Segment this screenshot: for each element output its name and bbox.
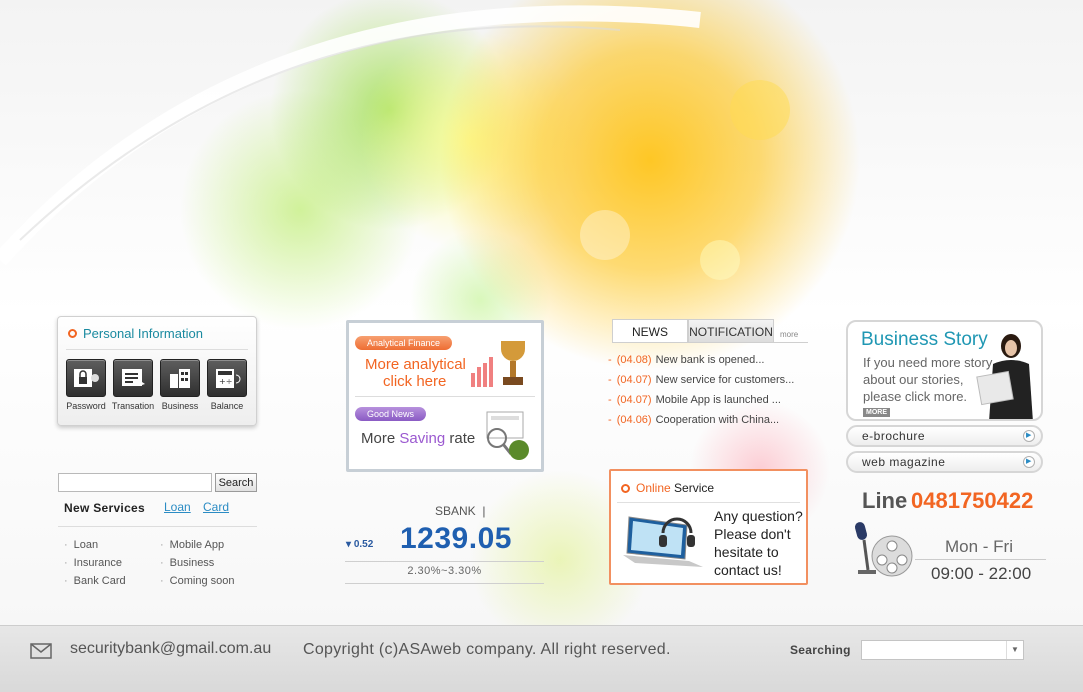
services-list-left: Loan Insurance Bank Card bbox=[64, 536, 126, 590]
stock-price: 1239.05 bbox=[400, 522, 512, 555]
divider bbox=[915, 559, 1046, 560]
analytical-finance-banner[interactable]: Analytical Finance More analytical click… bbox=[355, 333, 535, 401]
service-loan[interactable]: Loan bbox=[64, 536, 126, 554]
tab-news[interactable]: NEWS bbox=[612, 319, 688, 343]
divider bbox=[355, 396, 535, 397]
news-item[interactable]: - (04.07) New service for customers... bbox=[608, 374, 794, 394]
promo-box: Analytical Finance More analytical click… bbox=[346, 320, 544, 472]
interest-rate: 2.30%~3.30% bbox=[407, 565, 482, 577]
svg-text:+÷: +÷ bbox=[219, 377, 232, 386]
news-tabs: NEWS NOTIFICATION more bbox=[612, 318, 798, 343]
business-button[interactable]: Business bbox=[160, 359, 200, 411]
personal-info-title: Personal Information bbox=[68, 326, 203, 341]
new-services-title: New Services bbox=[64, 501, 145, 515]
chevron-down-icon: ▼ bbox=[1006, 641, 1023, 659]
personal-info-panel: Personal Information Password Transation… bbox=[57, 316, 257, 426]
service-insurance[interactable]: Insurance bbox=[64, 554, 126, 572]
business-story-text: If you need more story about our stories… bbox=[863, 355, 993, 404]
phone-number: 0481750422 bbox=[911, 488, 1034, 513]
arrow-right-icon: ▶ bbox=[1023, 456, 1035, 468]
tab-notification[interactable]: NOTIFICATION bbox=[688, 319, 774, 343]
news-list: - (04.08) New bank is opened... - (04.07)… bbox=[608, 354, 794, 434]
tab-card[interactable]: Card bbox=[203, 500, 229, 514]
tab-loan[interactable]: Loan bbox=[164, 500, 191, 514]
online-service-box[interactable]: Online Service Any question? Please don'… bbox=[609, 469, 808, 585]
divider bbox=[617, 502, 800, 503]
hero-background bbox=[0, 0, 1083, 625]
footer: securitybank@gmail.com.au Copyright (c)A… bbox=[0, 625, 1083, 692]
news-item[interactable]: - (04.06) Cooperation with China... bbox=[608, 414, 794, 434]
businesswoman-illustration bbox=[976, 334, 1033, 419]
building-icon bbox=[160, 359, 200, 397]
footer-email[interactable]: securitybank@gmail.com.au bbox=[70, 640, 271, 658]
saving-rate-banner[interactable]: Good News More Saving rate bbox=[355, 404, 535, 472]
line-label: Line bbox=[862, 488, 908, 513]
down-arrow-icon: ▾ bbox=[346, 539, 352, 550]
searching-select[interactable]: ▼ bbox=[861, 640, 1024, 660]
services-list-right: Mobile App Business Coming soon bbox=[160, 536, 235, 590]
divider bbox=[58, 526, 257, 527]
business-story-more-button[interactable]: MORE bbox=[863, 408, 890, 417]
business-days: Mon - Fri bbox=[945, 537, 1013, 556]
calculator-icon: +÷ bbox=[207, 359, 247, 397]
e-brochure-button[interactable]: e-brochure ▶ bbox=[846, 425, 1043, 447]
business-hours: 09:00 - 22:00 bbox=[931, 564, 1032, 583]
laptop-headset-icon bbox=[623, 516, 703, 567]
stock-change: ▾ 0.52 bbox=[346, 539, 374, 550]
search-input[interactable] bbox=[58, 473, 212, 492]
ring-icon bbox=[621, 483, 630, 493]
trophy-chart-icon bbox=[471, 341, 525, 387]
divider bbox=[612, 342, 808, 343]
service-mobile-app[interactable]: Mobile App bbox=[160, 536, 235, 554]
mail-icon bbox=[30, 643, 52, 659]
divider bbox=[345, 583, 544, 584]
news-item[interactable]: - (04.07) Mobile App is launched ... bbox=[608, 394, 794, 414]
divider bbox=[66, 349, 248, 350]
business-story-title: Business Story bbox=[861, 329, 988, 350]
service-coming-soon[interactable]: Coming soon bbox=[160, 572, 235, 590]
good-news-badge: Good News bbox=[355, 407, 427, 421]
transaction-icon bbox=[113, 359, 153, 397]
analytical-finance-badge: Analytical Finance bbox=[355, 336, 453, 350]
business-story-box[interactable]: Business Story If you need more story ab… bbox=[846, 320, 1043, 421]
searching-label: Searching bbox=[790, 643, 851, 657]
transaction-button[interactable]: Transation bbox=[112, 359, 154, 411]
search-button[interactable]: Search bbox=[215, 473, 257, 492]
password-button[interactable]: Password bbox=[66, 359, 106, 411]
divider bbox=[345, 561, 544, 562]
stock-name: SBANK | bbox=[435, 504, 486, 518]
service-bank-card[interactable]: Bank Card bbox=[64, 572, 126, 590]
service-business[interactable]: Business bbox=[160, 554, 235, 572]
online-service-title: Online Service bbox=[621, 481, 714, 495]
copyright-text: Copyright (c)ASAweb company. All right r… bbox=[303, 641, 671, 658]
magnifier-calculator-icon bbox=[486, 411, 529, 460]
balance-button[interactable]: +÷ Balance bbox=[207, 359, 247, 411]
microphone-film-icon bbox=[854, 522, 913, 577]
news-item[interactable]: - (04.08) New bank is opened... bbox=[608, 354, 794, 374]
ring-icon bbox=[68, 329, 77, 338]
lock-icon bbox=[66, 359, 106, 397]
web-magazine-button[interactable]: web magazine ▶ bbox=[846, 451, 1043, 473]
arrow-right-icon: ▶ bbox=[1023, 430, 1035, 442]
news-more-link[interactable]: more bbox=[780, 330, 798, 339]
online-service-text: Any question? Please don't hesitate to c… bbox=[714, 508, 803, 578]
